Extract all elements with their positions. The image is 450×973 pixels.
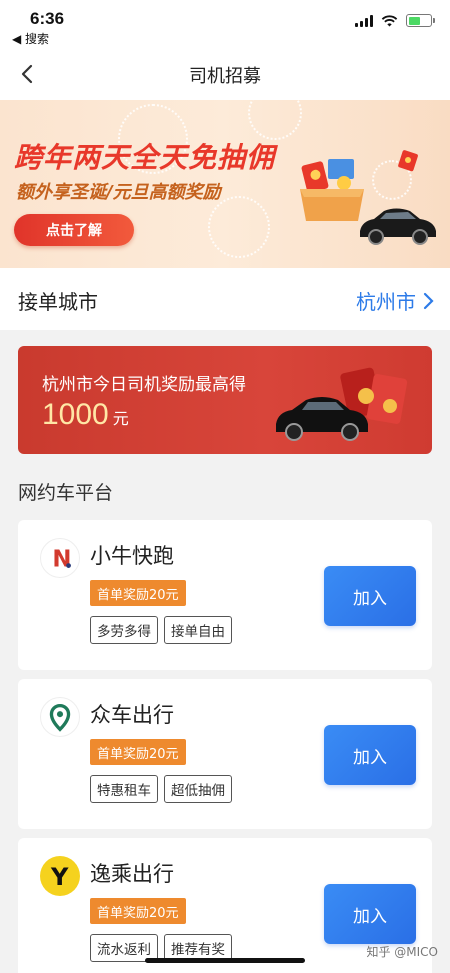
wifi-icon [381,14,398,26]
bonus-badge: 首单奖励20元 [90,739,186,765]
svg-text:N: N [52,547,71,573]
city-selector-row[interactable]: 接单城市 杭州市 [0,268,450,330]
feature-tag: 多劳多得 [90,616,158,644]
platform-card[interactable]: 众车出行 首单奖励20元 特惠租车 超低抽佣 加入 [18,679,432,829]
reward-amount: 1000 元 [42,398,129,432]
zhongche-logo-icon [40,697,80,737]
svg-text:Y: Y [50,863,69,891]
reward-text: 杭州市今日司机奖励最高得 [42,375,246,395]
join-button[interactable]: 加入 [324,884,416,944]
platform-card[interactable]: N 小牛快跑 首单奖励20元 多劳多得 接单自由 加入 [18,520,432,670]
chevron-right-icon [423,292,434,309]
yicheng-logo-icon: Y [40,856,80,896]
city-reward-banner[interactable]: 杭州市今日司机奖励最高得 1000 元 [18,346,432,454]
nav-bar: 司机招募 [0,48,450,100]
battery-icon [406,14,435,27]
xiaoniu-logo-icon: N [40,538,80,578]
city-value: 杭州市 [356,290,416,314]
car-and-red-envelope-icon [276,367,408,441]
page-title: 司机招募 [189,66,261,87]
feature-tag: 超低抽佣 [164,775,232,803]
red-envelope-icon [398,150,418,172]
city-label: 接单城市 [18,290,98,314]
firework-decoration [208,196,270,258]
firework-decoration [248,100,302,140]
status-bar: 6:36 ◀ 搜索 [0,0,450,48]
tag-list: 多劳多得 接单自由 [90,616,232,644]
reward-amount-value: 1000 [42,398,109,431]
platform-name: 众车出行 [90,703,174,727]
platform-name: 逸乘出行 [90,862,174,886]
promo-subtitle: 额外享圣诞/元旦高额奖励 [16,182,221,203]
home-indicator [145,958,305,963]
status-icons [355,14,435,27]
reward-amount-unit: 元 [112,409,129,428]
city-value-link[interactable]: 杭州市 [356,286,434,315]
promo-title: 跨年两天全天免抽佣 [14,141,276,174]
platform-name: 小牛快跑 [90,544,174,568]
feature-tag: 特惠租车 [90,775,158,803]
car-icon [360,208,436,245]
status-time: 6:36 [30,9,65,28]
cellular-signal-icon [355,14,373,27]
learn-more-button[interactable]: 点击了解 [14,214,134,246]
promo-banner[interactable]: 跨年两天全天免抽佣 额外享圣诞/元旦高额奖励 点击了解 [0,100,450,268]
join-button[interactable]: 加入 [324,725,416,785]
back-to-app-link[interactable]: ◀ 搜索 [12,30,49,47]
watermark: 知乎 @MICO [366,945,438,959]
tag-list: 特惠租车 超低抽佣 [90,775,232,803]
bonus-badge: 首单奖励20元 [90,898,186,924]
section-title: 网约车平台 [18,482,114,504]
feature-tag: 接单自由 [164,616,232,644]
bonus-badge: 首单奖励20元 [90,580,186,606]
join-button[interactable]: 加入 [324,566,416,626]
